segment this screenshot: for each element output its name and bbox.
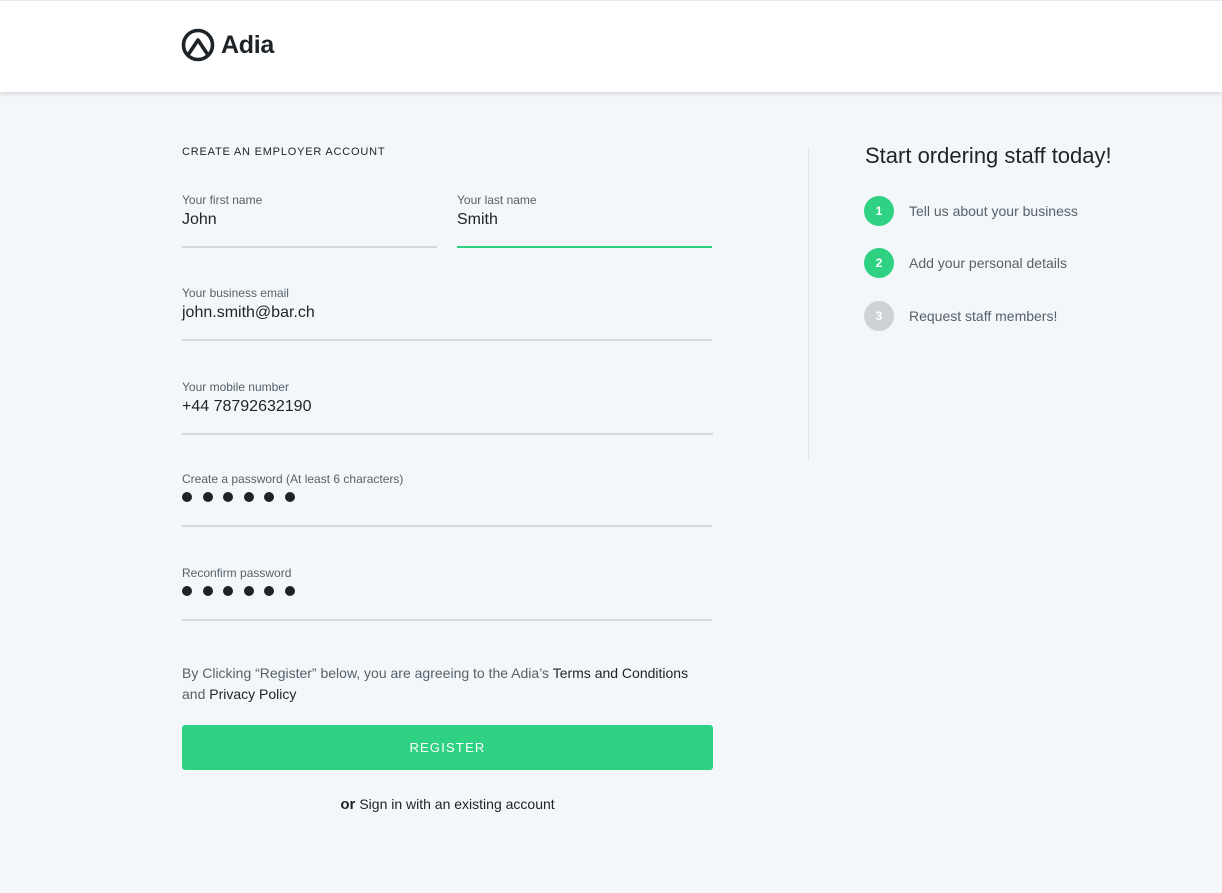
top-header: Adia <box>0 0 1222 92</box>
terms-prefix: By Clicking “Register” below, you are ag… <box>182 665 553 681</box>
password-input[interactable] <box>182 492 305 502</box>
password-mask-dot <box>243 586 254 596</box>
password-underline <box>182 525 712 527</box>
mobile-underline <box>182 433 713 435</box>
step-2-badge: 2 <box>864 248 894 278</box>
form-title: CREATE AN EMPLOYER ACCOUNT <box>182 146 386 158</box>
step-1-badge: 1 <box>864 196 894 226</box>
confirm-password-underline <box>182 619 712 621</box>
password-mask-dot <box>182 492 192 502</box>
password-mask-dot <box>202 492 213 502</box>
confirm-password-field[interactable]: Reconfirm password <box>182 566 712 621</box>
password-label: Create a password (At least 6 characters… <box>182 472 404 486</box>
email-input[interactable]: john.smith@bar.ch <box>182 304 315 322</box>
first-name-field[interactable]: Your first name John <box>182 193 437 248</box>
terms-link[interactable]: Terms and Conditions <box>553 665 688 681</box>
password-mask-dot <box>223 586 233 596</box>
password-mask-dot <box>284 586 295 596</box>
email-field[interactable]: Your business email john.smith@bar.ch <box>182 286 712 341</box>
password-mask-dot <box>243 492 254 502</box>
step-1-label: Tell us about your business <box>909 203 1078 219</box>
step-2: 2 Add your personal details <box>864 248 1067 278</box>
mobile-input[interactable]: +44 78792632190 <box>182 398 311 416</box>
password-mask-dot <box>202 586 213 596</box>
confirm-password-label: Reconfirm password <box>182 566 292 580</box>
register-button[interactable]: REGISTER <box>182 725 713 770</box>
terms-middle: and <box>182 686 210 702</box>
password-mask-dot <box>284 492 295 502</box>
step-1: 1 Tell us about your business <box>864 196 1078 226</box>
adia-logo-icon <box>181 28 215 62</box>
step-3-badge: 3 <box>864 301 894 331</box>
mobile-field[interactable]: Your mobile number +44 78792632190 <box>182 380 713 435</box>
mobile-label: Your mobile number <box>182 380 289 394</box>
privacy-link[interactable]: Privacy Policy <box>209 686 296 702</box>
sidebar-title: Start ordering staff today! <box>865 143 1112 168</box>
first-name-underline <box>182 246 437 248</box>
step-2-label: Add your personal details <box>909 255 1067 271</box>
or-text: or <box>340 796 356 813</box>
terms-notice: By Clicking “Register” below, you are ag… <box>182 663 722 705</box>
adia-logo[interactable]: Adia <box>181 28 274 62</box>
password-mask-dot <box>182 586 192 596</box>
first-name-input[interactable]: John <box>182 211 217 229</box>
password-field[interactable]: Create a password (At least 6 characters… <box>182 472 712 527</box>
signin-link[interactable]: Sign in with an existing account <box>359 796 554 812</box>
password-mask-dot <box>264 492 274 502</box>
password-mask-dot <box>223 492 233 502</box>
last-name-input[interactable]: Smith <box>457 211 498 229</box>
last-name-underline <box>457 246 712 248</box>
confirm-password-input[interactable] <box>182 586 305 596</box>
step-3: 3 Request staff members! <box>864 301 1057 331</box>
signin-row: or Sign in with an existing account <box>182 796 713 813</box>
brand-name: Adia <box>221 30 274 59</box>
first-name-label: Your first name <box>182 193 263 207</box>
step-3-label: Request staff members! <box>909 308 1058 324</box>
column-divider <box>808 148 809 460</box>
email-label: Your business email <box>182 286 289 300</box>
last-name-label: Your last name <box>457 193 537 207</box>
password-mask-dot <box>264 586 274 596</box>
email-underline <box>182 339 712 341</box>
last-name-field[interactable]: Your last name Smith <box>457 193 712 248</box>
